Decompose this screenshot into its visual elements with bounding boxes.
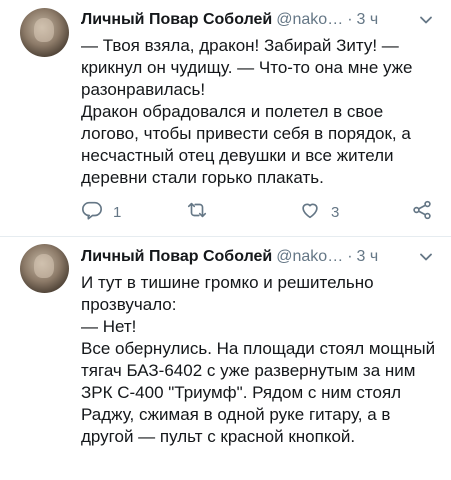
- author-handle[interactable]: @nako…: [276, 11, 343, 29]
- author-handle[interactable]: @nako…: [276, 248, 343, 266]
- like-count: 3: [331, 203, 340, 221]
- tweet-paragraph: И тут в тишине громко и решительно прозв…: [81, 273, 374, 314]
- tweet-paragraph: — Нет!: [81, 317, 137, 336]
- reply-button[interactable]: 1: [81, 200, 121, 224]
- timestamp[interactable]: 3 ч: [357, 11, 379, 29]
- like-button[interactable]: 3: [299, 200, 339, 224]
- reply-icon: [81, 199, 103, 226]
- chevron-down-icon[interactable]: [418, 249, 434, 265]
- avatar[interactable]: [20, 8, 69, 57]
- tweet-paragraph: — Твоя взяла, дракон! Забирай Зиту! — кр…: [81, 36, 413, 99]
- tweet-header: Личный Повар Соболей @nako… · 3 ч: [81, 9, 436, 31]
- retweet-icon: [186, 199, 208, 226]
- reply-count: 1: [113, 203, 122, 221]
- heart-icon: [299, 199, 321, 226]
- author-name[interactable]: Личный Повар Соболей: [81, 11, 272, 29]
- author-name[interactable]: Личный Повар Соболей: [81, 248, 272, 266]
- tweet-actions: 1 3: [81, 200, 436, 224]
- tweet-text: — Твоя взяла, дракон! Забирай Зиту! — кр…: [81, 35, 436, 189]
- tweet-text: И тут в тишине громко и решительно прозв…: [81, 272, 436, 448]
- retweet-button[interactable]: [186, 200, 218, 224]
- separator-dot: ·: [347, 11, 353, 28]
- chevron-down-icon[interactable]: [418, 12, 434, 28]
- tweet-paragraph: Все обернулись. На площади стоял мощный …: [81, 339, 436, 446]
- tweet-paragraph: Дракон обрадовался и полетел в свое лого…: [81, 102, 411, 187]
- avatar[interactable]: [20, 244, 69, 293]
- share-button[interactable]: [411, 200, 433, 224]
- timestamp[interactable]: 3 ч: [357, 248, 379, 266]
- tweet[interactable]: Личный Повар Соболей @nako… · 3 ч И тут …: [0, 237, 451, 480]
- tweet-header: Личный Повар Соболей @nako… · 3 ч: [81, 246, 436, 268]
- tweet[interactable]: Личный Повар Соболей @nako… · 3 ч — Твоя…: [0, 0, 451, 237]
- separator-dot: ·: [347, 248, 353, 265]
- share-icon: [411, 199, 433, 226]
